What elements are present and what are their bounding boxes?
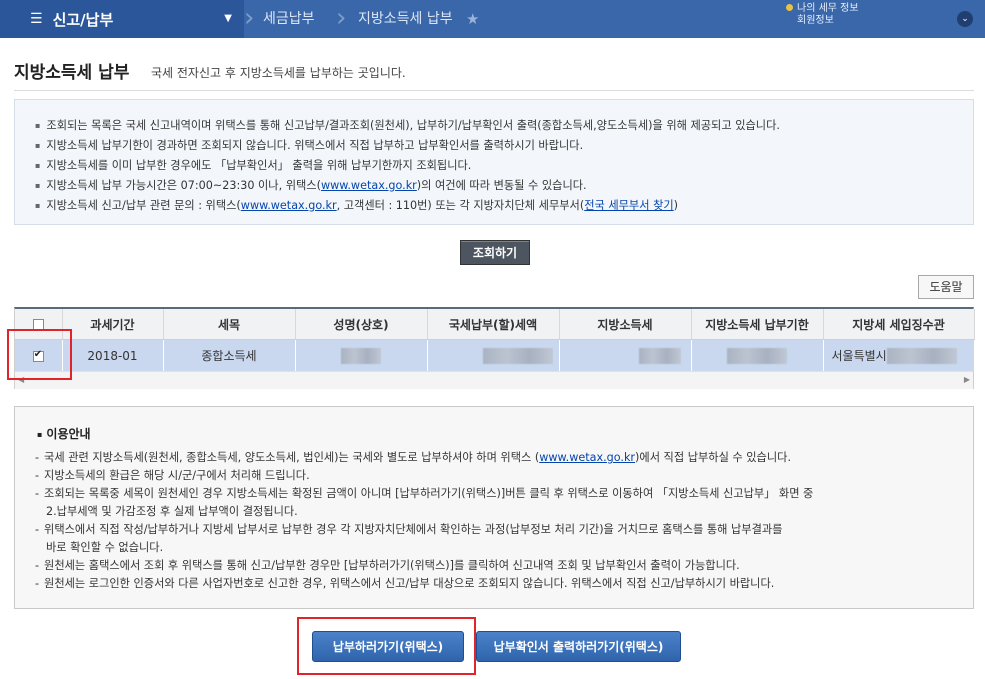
top-nav-bar: ☰ 신고/납부 ▼ › 세금납부 › 지방소득세 납부 ★ 나의 세무 정보 회…	[0, 0, 985, 38]
collector-text: 서울특별시	[831, 348, 887, 363]
guide-item: - 원천세는 홈택스에서 조회 후 위택스를 통해 신고/납부한 경우만 [납부하…	[35, 557, 813, 575]
dash-icon: -	[35, 523, 40, 536]
notice-item: 지방소득세 신고/납부 관련 문의 : 위택스(www.wetax.go.kr,…	[35, 196, 973, 216]
notice-box: 조회되는 목록은 국세 신고내역이며 위택스를 통해 신고납부/결과조회(원천세…	[14, 99, 974, 225]
wetax-link[interactable]: www.wetax.go.kr	[241, 199, 337, 212]
guide-text: 지방소득세의 환급은 해당 시/군/구에서 처리해 드립니다.	[44, 469, 310, 482]
hamburger-icon: ☰	[30, 11, 43, 27]
notice-text: , 고객센터 : 110번) 또는 각 지방자치단체 세무부서(	[336, 199, 585, 212]
caret-down-icon: ▼	[224, 13, 232, 24]
notice-text: )	[673, 199, 679, 212]
scroll-right-icon[interactable]: ▶	[964, 375, 970, 384]
column-header: 지방소득세	[559, 309, 692, 340]
user-status-icon	[786, 4, 793, 11]
column-header: 지방소득세 납부기한	[691, 309, 824, 340]
user-line-2: 회원정보	[797, 15, 834, 26]
checkbox-highlight-box	[7, 329, 72, 380]
redacted-value	[639, 347, 681, 364]
find-tax-office-link[interactable]: 전국 세무부서 찾기	[584, 199, 673, 212]
horizontal-scrollbar[interactable]: ◀ ▶	[15, 371, 973, 389]
guide-text: 원천세는 로그인한 인증서와 다른 사업자번호로 신고한 경우, 위택스에서 신…	[44, 577, 775, 590]
table-header-row: 과세기간 세목 성명(상호) 국세납부(할)세액 지방소득세 지방소득세 납부기…	[15, 309, 975, 340]
print-receipt-button[interactable]: 납부확인서 출력하러가기(위택스)	[476, 631, 681, 662]
breadcrumb-separator-icon: ›	[244, 3, 255, 33]
guide-text: 바로 확인할 수 없습니다.	[46, 541, 164, 554]
guide-item: - 원천세는 로그인한 인증서와 다른 사업자번호로 신고한 경우, 위택스에서 …	[35, 575, 813, 593]
user-line-1: 나의 세무 정보	[797, 3, 859, 14]
page-title: 지방소득세 납부	[14, 63, 130, 83]
favorite-star-icon[interactable]: ★	[466, 0, 479, 38]
column-header: 성명(상호)	[295, 309, 428, 340]
cell-local-tax	[559, 339, 692, 371]
dash-icon: -	[35, 469, 40, 482]
menu-dropdown[interactable]: ☰ 신고/납부 ▼	[0, 0, 244, 38]
cell-national-tax	[427, 339, 560, 371]
redacted-value	[727, 347, 787, 364]
guide-text: 원천세는 홈택스에서 조회 후 위택스를 통해 신고/납부한 경우만 [납부하러…	[44, 559, 740, 572]
dash-icon: -	[35, 487, 40, 500]
column-header: 지방세 세입징수관	[823, 309, 975, 340]
guide-text: )에서 직접 납부하실 수 있습니다.	[635, 451, 791, 464]
title-divider	[14, 90, 974, 91]
guide-text: 국세 관련 지방소득세(원천세, 종합소득세, 양도소득세, 법인세)는 국세와…	[44, 451, 540, 464]
search-button[interactable]: 조회하기	[460, 240, 530, 265]
cell-period: 2018-01	[62, 339, 164, 371]
notice-text: 지방소득세 납부 가능시간은 07:00~23:30 이나, 위택스(	[46, 179, 321, 192]
usage-guide: 이용안내 -국세 관련 지방소득세(원천세, 종합소득세, 양도소득세, 법인세…	[14, 406, 974, 609]
notice-text: 지방소득세 신고/납부 관련 문의 : 위택스(	[46, 199, 241, 212]
chevron-down-icon[interactable]: ⌄	[957, 11, 973, 27]
cell-tax-type: 종합소득세	[163, 339, 296, 371]
guide-text: 조회되는 목록중 세목이 원천세인 경우 지방소득세는 확정된 금액이 아니며 …	[44, 487, 814, 500]
table-row[interactable]: 2018-01 종합소득세 서울특별시	[15, 339, 975, 371]
dash-icon: -	[35, 577, 40, 590]
cell-due-date	[691, 339, 824, 371]
notice-item: 조회되는 목록은 국세 신고내역이며 위택스를 통해 신고납부/결과조회(원천세…	[35, 116, 973, 136]
redacted-value	[341, 347, 381, 364]
breadcrumb-separator-icon: ›	[336, 3, 347, 33]
page-subtitle: 국세 전자신고 후 지방소득세를 납부하는 곳입니다.	[151, 66, 406, 80]
redacted-value	[483, 347, 553, 364]
guide-item: - 지방소득세의 환급은 해당 시/군/구에서 처리해 드립니다.	[35, 467, 813, 485]
breadcrumb-item-tax-payment[interactable]: 세금납부	[263, 0, 315, 38]
notice-item: 지방소득세를 이미 납부한 경우에도 「납부확인서」 출력을 위해 납부기한까지…	[35, 156, 973, 176]
guide-item: - 위택스에서 직접 작성/납부하거나 지방세 납부서로 납부한 경우 각 지방자…	[35, 521, 813, 557]
wetax-link[interactable]: www.wetax.go.kr	[539, 451, 635, 464]
guide-text: 2.납부세액 및 가감조정 후 실제 납부액이 결정됩니다.	[46, 505, 298, 518]
dash-icon: -	[35, 451, 40, 464]
notice-item: 지방소득세 납부기한이 경과하면 조회되지 않습니다. 위택스에서 직접 납부하…	[35, 136, 973, 156]
column-header: 과세기간	[62, 309, 164, 340]
guide-text: 위택스에서 직접 작성/납부하거나 지방세 납부서로 납부한 경우 각 지방자치…	[44, 523, 783, 536]
guide-item: - 조회되는 목록중 세목이 원천세인 경우 지방소득세는 확정된 금액이 아니며…	[35, 485, 813, 521]
user-info[interactable]: 나의 세무 정보 회원정보	[786, 3, 946, 27]
notice-text: )의 여건에 따라 변동될 수 있습니다.	[416, 179, 587, 192]
menu-title: 신고/납부	[52, 10, 114, 29]
tax-list-table: 과세기간 세목 성명(상호) 국세납부(할)세액 지방소득세 지방소득세 납부기…	[14, 307, 975, 389]
guide-title: 이용안내	[37, 425, 90, 442]
dash-icon: -	[35, 559, 40, 572]
help-button[interactable]: 도움말	[918, 275, 974, 299]
cell-name	[295, 339, 428, 371]
cell-collector: 서울특별시	[823, 339, 975, 371]
pay-wetax-button[interactable]: 납부하러가기(위택스)	[312, 631, 464, 662]
guide-item: - 국세 관련 지방소득세(원천세, 종합소득세, 양도소득세, 법인세)는 국세…	[35, 449, 813, 467]
redacted-value	[886, 348, 957, 365]
breadcrumb-item-local-income-tax[interactable]: 지방소득세 납부	[358, 0, 453, 38]
wetax-link[interactable]: www.wetax.go.kr	[321, 179, 417, 192]
notice-item: 지방소득세 납부 가능시간은 07:00~23:30 이나, 위택스(www.w…	[35, 176, 973, 196]
column-header: 세목	[163, 309, 296, 340]
column-header: 국세납부(할)세액	[427, 309, 560, 340]
